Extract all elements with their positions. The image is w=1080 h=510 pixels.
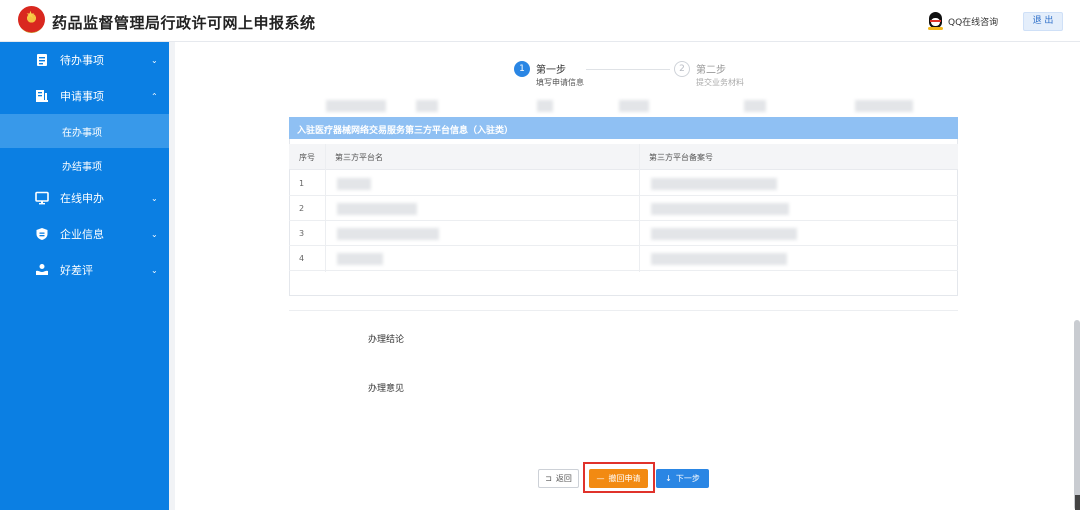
content-gutter — [169, 42, 175, 510]
next-button-label: 下一步 — [675, 474, 700, 483]
monitor-icon — [35, 191, 49, 205]
redacted-cell — [337, 228, 439, 240]
section-divider — [289, 310, 958, 311]
redacted-cell — [651, 228, 797, 240]
chevron-up-icon: ⌃ — [151, 91, 158, 101]
app-window: ★ 药品监督管理局行政许可网上申报系统 QQ在线咨询 退 出 待办事项 ⌄ 申请… — [0, 0, 1080, 510]
back-button-label: 返回 — [555, 474, 572, 483]
table-row: 4 — [289, 246, 958, 271]
todo-list-icon — [37, 54, 47, 66]
sidebar: 待办事项 ⌄ 申请事项 ⌃ 在办事项 办结事项 在线申办 ⌄ 企业信息 ⌄ 好差… — [0, 42, 169, 510]
hand-rating-icon — [36, 264, 48, 275]
back-button[interactable]: ⊐ 返回 — [538, 469, 579, 488]
sidebar-item-todo[interactable]: 待办事项 ⌄ — [0, 42, 169, 78]
redacted-cell — [337, 203, 417, 215]
next-step-button[interactable]: ↓ 下一步 — [656, 469, 709, 488]
qq-consult-link[interactable]: QQ在线咨询 — [927, 11, 998, 31]
sidebar-subitem-in-progress[interactable]: 在办事项 — [0, 114, 169, 148]
arrow-down-icon: ↓ — [665, 474, 672, 483]
opinion-label: 办理意见 — [368, 384, 405, 394]
step-1-number: 1 — [514, 61, 530, 77]
chevron-down-icon: ⌄ — [151, 229, 158, 239]
table-title-bar: 入驻医疗器械网络交易服务第三方平台信息（入驻类） — [289, 117, 958, 139]
sidebar-subitem-label: 在办事项 — [62, 127, 102, 139]
return-icon: ⊐ — [545, 474, 552, 483]
table-row: 3 — [289, 221, 958, 246]
column-header-platform-name: 第三方平台名 — [335, 153, 383, 162]
redacted-cell — [651, 203, 789, 215]
sidebar-item-label: 申请事项 — [60, 90, 104, 103]
step-2-number: 2 — [674, 61, 690, 77]
table-row: 2 — [289, 196, 958, 221]
row-index: 4 — [299, 254, 305, 263]
redacted-row — [289, 100, 958, 112]
step-1-title: 第一步 — [536, 65, 566, 76]
sidebar-item-label: 好差评 — [60, 264, 93, 277]
step-connector — [586, 69, 670, 70]
sidebar-item-company-info[interactable]: 企业信息 ⌄ — [0, 216, 169, 252]
row-index: 2 — [299, 204, 305, 213]
page-scrollbar[interactable] — [1074, 320, 1080, 510]
redacted-cell — [651, 253, 787, 265]
qq-consult-label: QQ在线咨询 — [948, 17, 999, 28]
conclusion-label: 办理结论 — [368, 335, 405, 345]
top-header: ★ 药品监督管理局行政许可网上申报系统 QQ在线咨询 退 出 — [0, 0, 1080, 42]
shield-icon — [36, 228, 48, 240]
sidebar-item-label: 在线申办 — [60, 192, 104, 205]
app-title: 药品监督管理局行政许可网上申报系统 — [52, 14, 316, 32]
column-divider — [325, 144, 326, 272]
row-index: 1 — [299, 179, 305, 188]
column-divider — [639, 144, 640, 272]
step-2: 2 第二步 提交业务材料 — [674, 61, 744, 87]
logout-button[interactable]: 退 出 — [1023, 12, 1063, 31]
row-index: 3 — [299, 229, 305, 238]
step-2-title: 第二步 — [696, 65, 726, 76]
step-1-subtitle: 填写申请信息 — [536, 78, 584, 87]
application-icon — [36, 90, 48, 102]
sidebar-subitem-completed[interactable]: 办结事项 — [0, 148, 169, 182]
table-row: 1 — [289, 171, 958, 196]
redacted-cell — [337, 178, 371, 190]
column-header-record-number: 第三方平台备案号 — [649, 153, 713, 162]
highlight-annotation-box — [583, 462, 655, 493]
chevron-down-icon: ⌄ — [151, 55, 158, 65]
step-2-subtitle: 提交业务材料 — [696, 78, 744, 87]
chevron-down-icon: ⌄ — [151, 193, 158, 203]
sidebar-subitem-label: 办结事项 — [62, 161, 102, 173]
qq-penguin-icon — [927, 11, 944, 31]
national-emblem-logo: ★ — [18, 6, 45, 33]
scrollbar-arrow[interactable] — [1075, 495, 1080, 510]
table-title: 入驻医疗器械网络交易服务第三方平台信息（入驻类） — [297, 126, 514, 136]
step-1: 1 第一步 填写申请信息 — [514, 61, 584, 87]
column-header-index: 序号 — [299, 153, 315, 162]
table-header: 序号 第三方平台名 第三方平台备案号 — [289, 144, 958, 170]
chevron-down-icon: ⌄ — [151, 265, 158, 275]
redacted-cell — [651, 178, 777, 190]
sidebar-item-label: 企业信息 — [60, 228, 104, 241]
sidebar-item-label: 待办事项 — [60, 54, 104, 67]
sidebar-item-online-apply[interactable]: 在线申办 ⌄ — [0, 180, 169, 216]
redacted-cell — [337, 253, 383, 265]
sidebar-item-applications[interactable]: 申请事项 ⌃ — [0, 78, 169, 114]
sidebar-item-rating[interactable]: 好差评 ⌄ — [0, 252, 169, 288]
